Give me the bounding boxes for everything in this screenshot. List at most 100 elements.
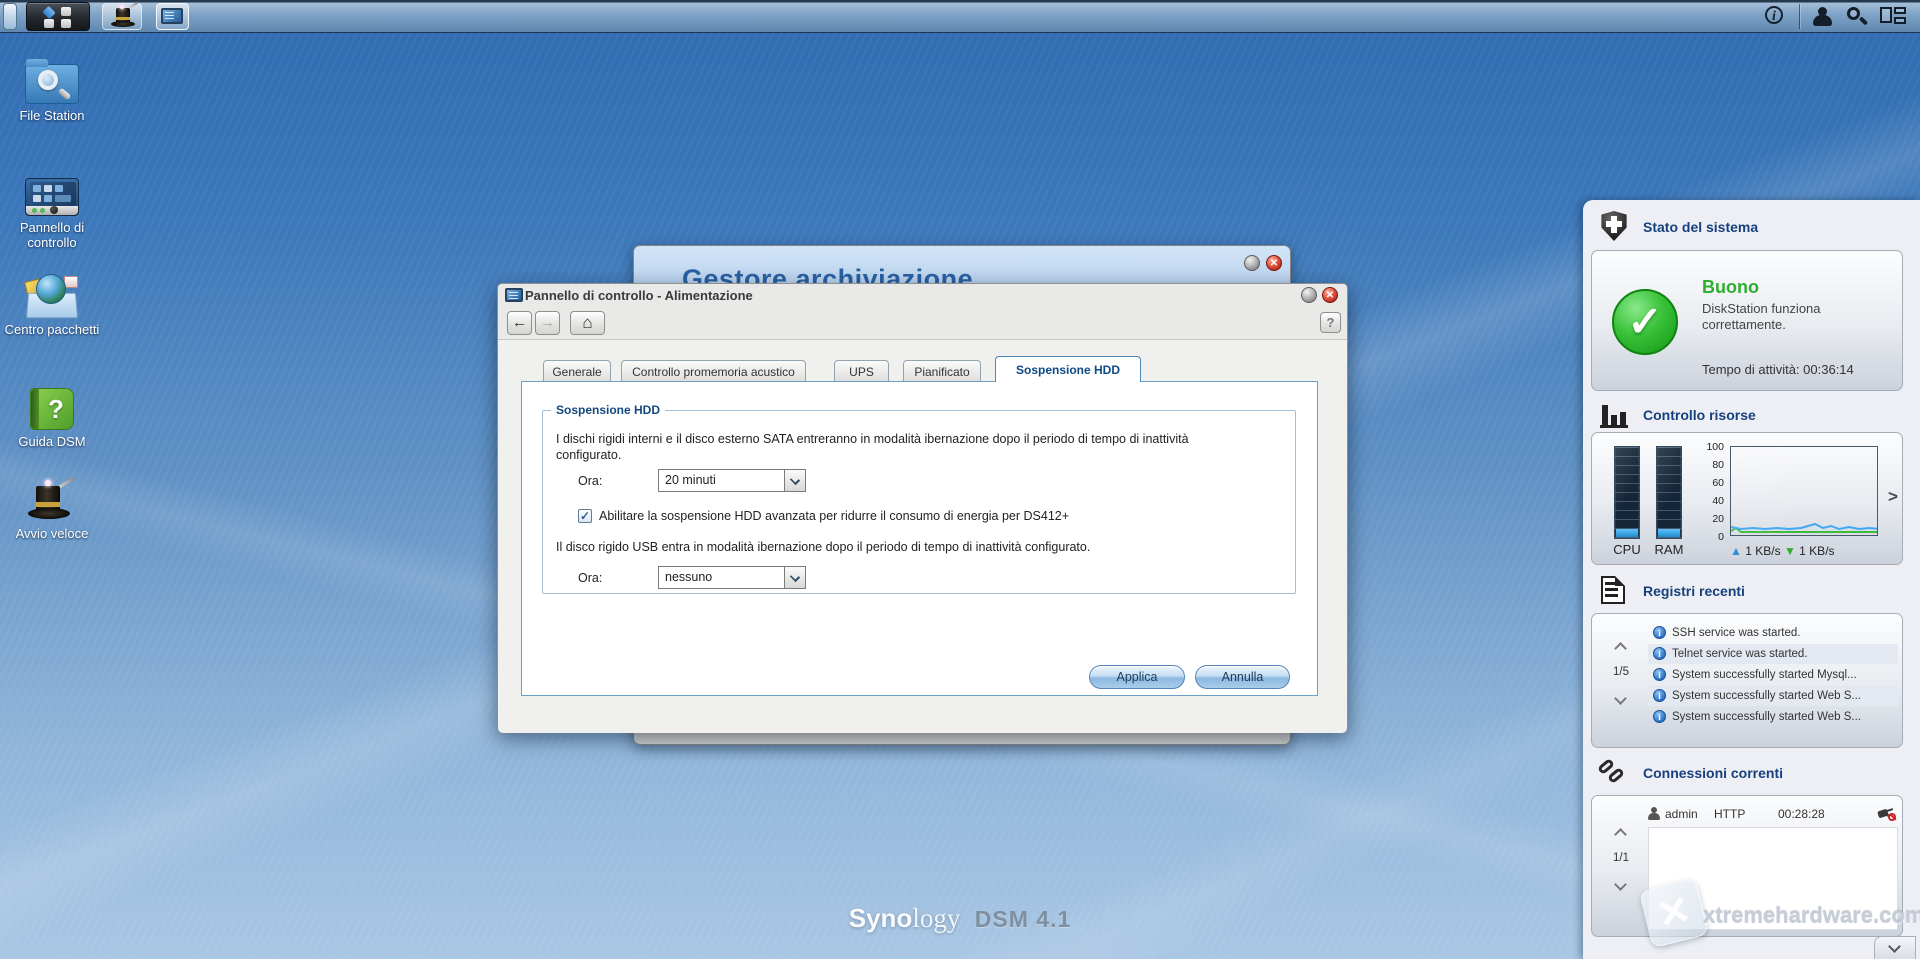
connection-row[interactable]: admin HTTP 00:28:28: [1648, 804, 1898, 826]
ram-label: RAM: [1654, 542, 1684, 557]
dialog-toolbar: ← → ⌂ ?: [498, 307, 1347, 340]
network-traffic-chart: [1730, 446, 1878, 536]
quick-launch-task-button[interactable]: [102, 1, 142, 30]
cpu-gauge: [1614, 446, 1640, 539]
widget-sidebar: Stato del sistema ✓ Buono DiskStation fu…: [1583, 200, 1920, 959]
recent-logs-header: Registri recenti: [1643, 583, 1745, 599]
close-button[interactable]: ✕: [1266, 255, 1282, 271]
pilot-view-button[interactable]: [1878, 5, 1908, 29]
dialog-title: Pannello di controllo - Alimentazione: [525, 288, 753, 303]
connection-protocol: HTTP: [1714, 807, 1746, 821]
log-text: SSH service was started.: [1672, 627, 1801, 639]
apply-button[interactable]: Applica: [1089, 665, 1185, 689]
back-button[interactable]: ←: [507, 311, 532, 335]
minimize-button[interactable]: [1244, 255, 1260, 271]
expand-resource-button[interactable]: >: [1888, 487, 1898, 507]
desktop-icon-label: Avvio veloce: [15, 526, 89, 541]
taskbar-divider: [1799, 4, 1800, 29]
selected-value: nessuno: [665, 570, 713, 584]
log-row[interactable]: i SSH service was started.: [1648, 623, 1898, 643]
dropdown-button[interactable]: [784, 567, 805, 588]
log-text: Telnet service was started.: [1672, 648, 1808, 660]
power-settings-dialog: Pannello di controllo - Alimentazione ✕ …: [497, 283, 1348, 733]
resource-monitor-panel: CPU RAM 100 80 60 40 20 0 ▲ 1 KB/s ▼ 1 K…: [1591, 432, 1903, 565]
advanced-hdd-checkbox[interactable]: ✓: [578, 509, 592, 523]
desktop-icon-dsm-help[interactable]: ? Guida DSM: [0, 388, 104, 449]
tab-generale[interactable]: Generale: [543, 360, 611, 382]
dropdown-button[interactable]: [784, 470, 805, 491]
download-speed: 1 KB/s: [1799, 544, 1835, 558]
log-row[interactable]: i System successfully started Web S...: [1648, 686, 1898, 706]
tab-sospensione-hdd[interactable]: Sospensione HDD: [995, 356, 1141, 382]
shield-icon: [1601, 211, 1627, 241]
page-down-button[interactable]: [1616, 692, 1626, 702]
tab-pianificato[interactable]: Pianificato: [903, 360, 981, 382]
user-silhouette-icon: [1648, 807, 1660, 820]
log-row[interactable]: i System successfully started Mysql...: [1648, 665, 1898, 685]
link-icon: [1596, 757, 1628, 788]
control-panel-icon: [25, 178, 79, 216]
recent-logs-panel: 1/5 i SSH service was started. i Telnet …: [1591, 613, 1903, 748]
log-icon: [1601, 576, 1625, 604]
page-up-button[interactable]: [1616, 828, 1626, 838]
tab-controllo-promemoria-acustico[interactable]: Controllo promemoria acustico: [621, 360, 806, 382]
internal-time-select[interactable]: 20 minuti: [658, 469, 806, 492]
axis-tick: 20: [1712, 513, 1724, 525]
desktop-icon-control-panel[interactable]: Pannello di controllo: [0, 178, 104, 250]
resource-chart-icon: [1600, 402, 1628, 428]
ram-gauge: [1656, 446, 1682, 539]
brand-text-serif: logy: [912, 903, 961, 933]
sidebar-collapse-button[interactable]: [1874, 936, 1916, 959]
tab-ups[interactable]: UPS: [834, 360, 889, 382]
log-row[interactable]: i Telnet service was started.: [1648, 644, 1898, 664]
log-row[interactable]: i System successfully started Web S...: [1648, 707, 1898, 727]
dialog-titlebar[interactable]: Pannello di controllo - Alimentazione ✕: [498, 284, 1347, 307]
usb-time-select[interactable]: nessuno: [658, 566, 806, 589]
page-down-button[interactable]: [1616, 878, 1626, 888]
desktop: i File Station Pannello di controllo Cen…: [0, 0, 1920, 959]
system-status-panel: ✓ Buono DiskStation funziona correttamen…: [1591, 250, 1903, 391]
close-button[interactable]: ✕: [1322, 287, 1338, 303]
network-speed-row: ▲ 1 KB/s ▼ 1 KB/s: [1730, 544, 1835, 558]
connection-time: 00:28:28: [1778, 807, 1825, 821]
info-badge-icon: i: [1653, 647, 1666, 660]
dialog-content: Generale Controllo promemoria acustico U…: [498, 340, 1347, 733]
selected-value: 20 minuti: [665, 473, 716, 487]
upload-speed: 1 KB/s: [1745, 544, 1781, 558]
info-badge-icon: i: [1653, 710, 1666, 723]
brand-text-bold: Syno: [848, 903, 913, 933]
search-button[interactable]: [1844, 5, 1874, 29]
page-up-button[interactable]: [1616, 642, 1626, 652]
hdd-hibernation-fieldset: Sospensione HDD I dischi rigidi interni …: [542, 403, 1296, 594]
app-launcher-icon: [41, 5, 77, 28]
download-arrow-icon: ▼: [1783, 544, 1796, 558]
internal-disk-text: I dischi rigidi interni e il disco ester…: [556, 432, 1189, 462]
system-health-button[interactable]: i: [1761, 5, 1791, 29]
help-button[interactable]: ?: [1320, 312, 1341, 333]
control-panel-task-button[interactable]: [156, 3, 189, 30]
system-status-header: Stato del sistema: [1643, 219, 1759, 235]
home-button[interactable]: ⌂: [570, 311, 605, 335]
user-menu-button[interactable]: [1808, 5, 1838, 29]
connections-header: Connessioni correnti: [1643, 765, 1784, 781]
desktop-icon-package-center[interactable]: Centro pacchetti: [0, 274, 104, 337]
desktop-icon-quick-start[interactable]: Avvio veloce: [0, 476, 104, 541]
desktop-icon-label: Guida DSM: [18, 434, 86, 449]
show-desktop-button[interactable]: [3, 3, 17, 30]
desktop-icon-file-station[interactable]: File Station: [0, 59, 104, 123]
synology-logo: Synology DSM 4.1: [849, 903, 1072, 934]
desktop-icon-label: Centro pacchetti: [4, 322, 100, 337]
forward-button[interactable]: →: [535, 311, 560, 335]
dsm-help-icon: ?: [30, 388, 74, 430]
advanced-hdd-checkbox-label: Abilitare la sospensione HDD avanzata pe…: [599, 509, 1070, 523]
user-icon: [1813, 7, 1832, 27]
monitor-icon: [505, 288, 523, 302]
monitor-icon: [161, 8, 183, 24]
axis-tick: 0: [1718, 531, 1724, 543]
cancel-button[interactable]: Annulla: [1195, 665, 1290, 689]
minimize-button[interactable]: [1301, 287, 1317, 303]
upload-arrow-icon: ▲: [1730, 544, 1742, 558]
usb-time-label: Ora:: [578, 571, 603, 585]
disconnect-icon[interactable]: [1877, 806, 1896, 821]
main-menu-button[interactable]: [26, 2, 90, 31]
